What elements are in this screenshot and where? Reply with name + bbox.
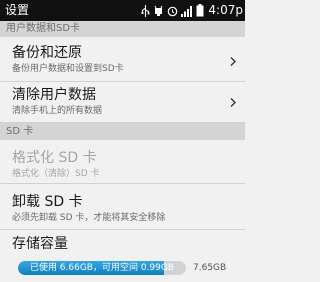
backup-restore-item[interactable]: 备份和还原 备份用户数据和设置到SD卡 (0, 40, 245, 82)
clear-user-data-item[interactable]: 清除用户数据 清除手机上的所有数据 (0, 82, 245, 123)
status-bar: 设置 4:07p (0, 0, 245, 21)
item-title: 清除用户数据 (12, 87, 96, 103)
storage-usage-row: 已使用 6.66GB，可用空间 0.99GB 7.65GB (18, 260, 245, 278)
status-icons: 4:07p (141, 2, 243, 19)
alarm-icon (167, 5, 178, 17)
item-subtitle: 格式化（清除）SD 卡 (12, 169, 100, 179)
item-subtitle: 必须先卸载 SD 卡，才能将其安全移除 (12, 213, 166, 223)
storage-usage-bar: 已使用 6.66GB，可用空间 0.99GB (18, 261, 186, 275)
item-subtitle: 备份用户数据和设置到SD卡 (12, 64, 124, 74)
section-header-sd-card: SD 卡 (0, 123, 245, 140)
settings-title: 设置 (5, 3, 30, 17)
chevron-right-icon (230, 51, 236, 70)
unmount-sd-item[interactable]: 卸载 SD 卡 必须先卸载 SD 卡，才能将其安全移除 (0, 184, 245, 230)
item-title: 卸载 SD 卡 (12, 194, 83, 210)
format-sd-item: 格式化 SD 卡 格式化（清除）SD 卡 (0, 141, 245, 184)
usb-icon (141, 4, 150, 17)
clock: 4:07p (208, 3, 243, 17)
debug-icon (153, 5, 164, 17)
section-header-user-data: 用户数据和SD卡 (0, 21, 245, 37)
storage-capacity-title: 存储容量 (12, 236, 68, 252)
storage-usage-label: 已使用 6.66GB，可用空间 0.99GB (29, 263, 175, 273)
item-title: 备份和还原 (12, 45, 82, 61)
storage-total: 7.65GB (193, 263, 227, 273)
item-title: 格式化 SD 卡 (12, 150, 97, 166)
chevron-right-icon (230, 93, 236, 112)
battery-icon (196, 4, 204, 17)
item-subtitle: 清除手机上的所有数据 (12, 106, 103, 116)
signal-icon (181, 5, 193, 17)
